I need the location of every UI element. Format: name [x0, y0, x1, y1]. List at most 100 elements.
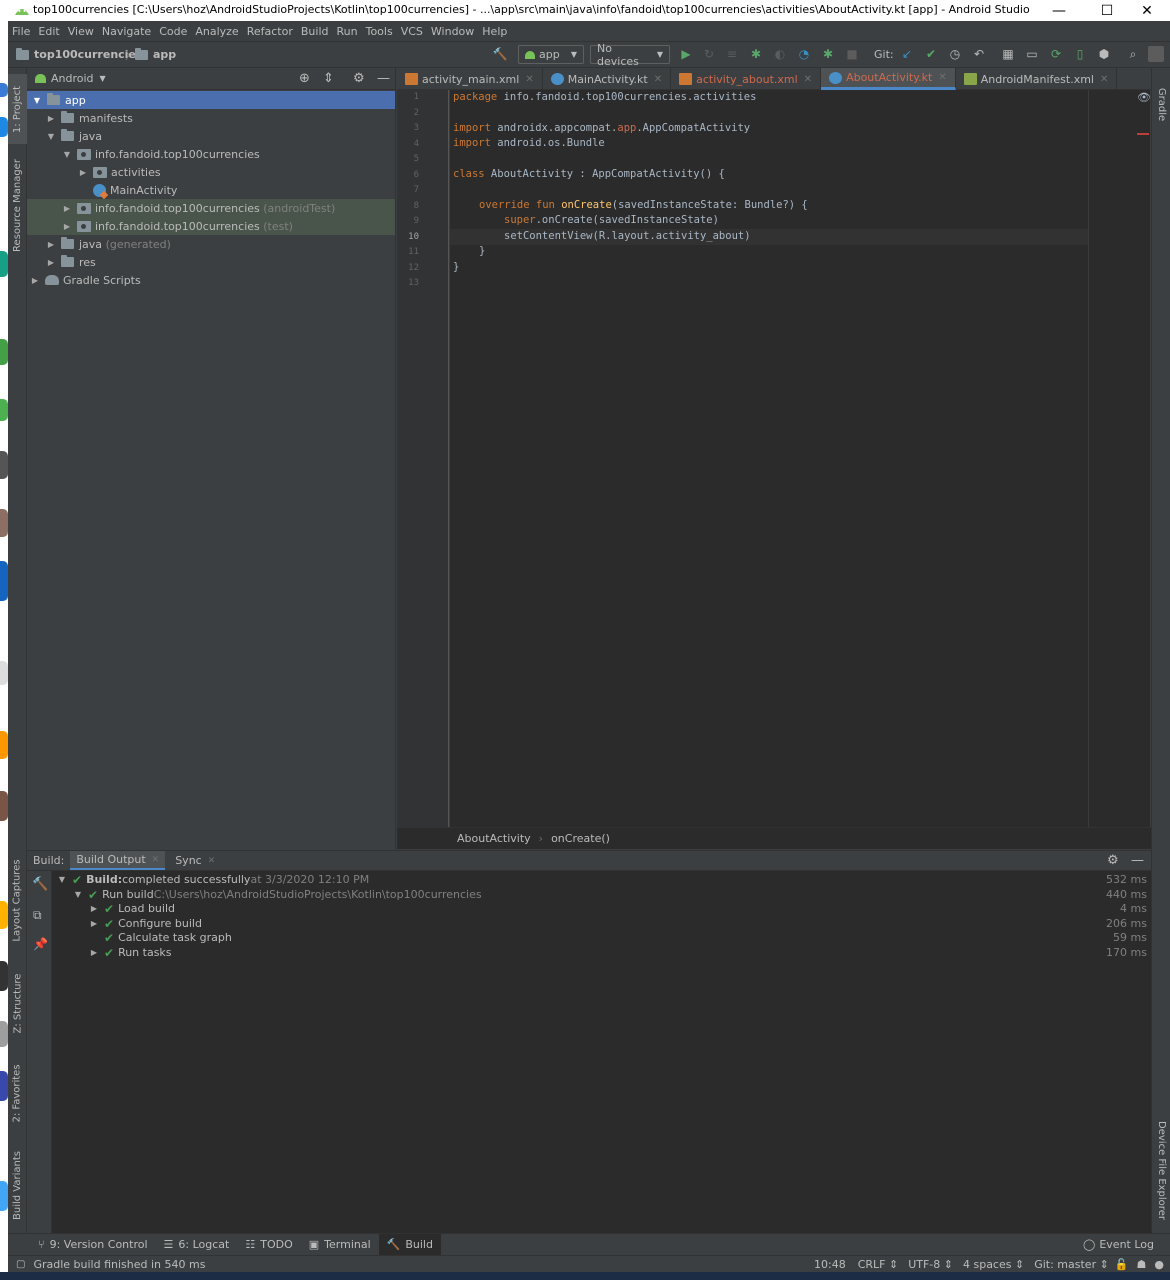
indent-setting[interactable]: 4 spaces ⇕ [963, 1258, 1024, 1271]
tab-build[interactable]: 🔨 Build [378, 1233, 441, 1256]
close-tab-icon[interactable]: ✕ [1100, 74, 1108, 85]
sync-gradle-icon[interactable]: ⟳ [1048, 46, 1064, 62]
close-tab-icon[interactable]: ✕ [654, 74, 662, 85]
memory-indicator-icon[interactable]: ☗ [1137, 1258, 1147, 1271]
close-window-button[interactable]: ✕ [1124, 0, 1170, 21]
collapse-arrow-icon[interactable]: ▶ [88, 948, 100, 957]
git-history-icon[interactable]: ◷ [947, 46, 963, 62]
menu-code[interactable]: Code [155, 21, 191, 42]
breadcrumb-class[interactable]: AboutActivity [457, 832, 531, 845]
expand-arrow-icon[interactable]: ▼ [61, 150, 73, 159]
tree-item-java-generated[interactable]: ▶ java (generated) [27, 235, 395, 253]
build-row-task-graph[interactable]: ✔ Calculate task graph 59 ms [52, 930, 1151, 945]
build-variants-tab[interactable]: Build Variants [8, 1143, 27, 1228]
breadcrumb-module[interactable]: app [135, 47, 176, 61]
coverage-icon[interactable]: ◐ [772, 46, 788, 62]
close-tab-icon[interactable]: ✕ [938, 72, 946, 83]
menu-help[interactable]: Help [478, 21, 511, 42]
close-tab-icon[interactable]: ✕ [804, 74, 812, 85]
collapse-arrow-icon[interactable]: ▶ [45, 258, 57, 267]
tree-item-gradle-scripts[interactable]: ▶ Gradle Scripts [27, 271, 395, 289]
layout-captures-tab[interactable]: Layout Captures [8, 850, 27, 950]
menu-vcs[interactable]: VCS [397, 21, 427, 42]
tab-todo[interactable]: ☷ TODO [237, 1234, 300, 1256]
tree-item-android-test[interactable]: ▶ info.fandoid.top100currencies (androidT… [27, 199, 395, 217]
project-structure-icon[interactable]: ▦ [1000, 46, 1016, 62]
collapse-arrow-icon[interactable]: ▶ [61, 222, 73, 231]
minimize-button[interactable]: — [1036, 0, 1082, 21]
menu-window[interactable]: Window [427, 21, 478, 42]
tree-item-app[interactable]: ▼ app [27, 91, 395, 109]
rebuild-hammer-icon[interactable]: 🔨 [32, 877, 48, 892]
git-update-icon[interactable]: ↙ [899, 46, 915, 62]
menu-view[interactable]: View [64, 21, 98, 42]
notifications-icon[interactable]: ● [1154, 1258, 1164, 1271]
gradle-tab[interactable]: Gradle [1152, 74, 1170, 134]
git-branch[interactable]: Git: master ⇕ [1034, 1258, 1109, 1271]
debug-icon[interactable]: ✱ [748, 46, 764, 62]
tab-version-control[interactable]: ⑂ 9: Version Control [30, 1234, 156, 1256]
expand-arrow-icon[interactable]: ▼ [31, 96, 43, 105]
collapse-arrow-icon[interactable]: ▶ [88, 919, 100, 928]
search-everywhere-icon[interactable]: ⌕ [1125, 46, 1141, 62]
collapse-arrow-icon[interactable]: ▶ [61, 204, 73, 213]
error-stripe-marker[interactable] [1137, 133, 1149, 135]
menu-run[interactable]: Run [333, 21, 362, 42]
make-project-hammer-icon[interactable]: 🔨 [492, 46, 508, 62]
line-separator[interactable]: CRLF ⇕ [858, 1258, 899, 1271]
tree-item-mainactivity[interactable]: MainActivity [27, 181, 395, 199]
profile-icon[interactable]: ◔ [796, 46, 812, 62]
caret-position[interactable]: 10:48 [814, 1258, 846, 1271]
close-tab-icon[interactable]: ✕ [152, 855, 160, 865]
account-avatar-icon[interactable] [1148, 46, 1164, 62]
run-config-select[interactable]: app ▼ [518, 45, 584, 64]
menu-build[interactable]: Build [297, 21, 333, 42]
favorites-tab[interactable]: 2: Favorites [8, 1053, 27, 1133]
close-tab-icon[interactable]: ✕ [525, 74, 533, 85]
gear-icon[interactable]: ⚙ [1107, 853, 1119, 868]
locate-file-icon[interactable]: ⊕ [299, 71, 310, 86]
tab-terminal[interactable]: ▣ Terminal [301, 1234, 379, 1256]
gear-icon[interactable]: ⚙ [353, 71, 365, 86]
menu-refactor[interactable]: Refactor [243, 21, 297, 42]
run-icon[interactable]: ▶ [678, 46, 694, 62]
menu-navigate[interactable]: Navigate [98, 21, 155, 42]
tab-activity-about-xml[interactable]: activity_about.xml ✕ [671, 68, 822, 90]
inspection-eye-icon[interactable]: 👁 [1137, 91, 1151, 104]
menu-edit[interactable]: Edit [34, 21, 63, 42]
expand-arrow-icon[interactable]: ▼ [56, 875, 68, 884]
collapse-arrow-icon[interactable]: ▶ [88, 904, 100, 913]
tree-item-manifests[interactable]: ▶ manifests [27, 109, 395, 127]
structure-tab[interactable]: Z: Structure [8, 963, 27, 1043]
file-encoding[interactable]: UTF-8 ⇕ [908, 1258, 953, 1271]
tree-item-activities[interactable]: ▶ activities [27, 163, 395, 181]
collapse-arrow-icon[interactable]: ▶ [45, 240, 57, 249]
build-row-load-build[interactable]: ▶ ✔ Load build 4 ms [52, 901, 1151, 916]
attach-debugger-icon[interactable]: ✱ [820, 46, 836, 62]
lock-icon[interactable]: 🔓 [1115, 1258, 1129, 1271]
code-editor[interactable]: package info.fandoid.top100currencies.ac… [450, 90, 1151, 827]
breadcrumb-project[interactable]: top100currencies [16, 47, 142, 61]
tree-item-package[interactable]: ▼ info.fandoid.top100currencies [27, 145, 395, 163]
tree-item-res[interactable]: ▶ res [27, 253, 395, 271]
build-row-run-build[interactable]: ▼ ✔ Run build C:\Users\hoz\AndroidStudioP… [52, 887, 1151, 902]
expand-arrow-icon[interactable]: ▼ [72, 890, 84, 899]
tab-logcat[interactable]: ☰ 6: Logcat [156, 1234, 238, 1256]
apply-changes-icon[interactable]: ↻ [701, 46, 717, 62]
tab-aboutactivity-kt[interactable]: AboutActivity.kt ✕ [821, 68, 956, 90]
tab-androidmanifest-xml[interactable]: AndroidManifest.xml ✕ [956, 68, 1118, 90]
tree-item-java[interactable]: ▼ java [27, 127, 395, 145]
sdk-manager-icon[interactable]: ⬢ [1096, 46, 1112, 62]
menu-file[interactable]: File [8, 21, 34, 42]
project-view-select[interactable]: Android [51, 72, 94, 85]
stop-icon[interactable]: ■ [844, 46, 860, 62]
collapse-arrow-icon[interactable]: ▶ [29, 276, 41, 285]
avd-manager-icon[interactable]: ▯ [1072, 46, 1088, 62]
build-row-run-tasks[interactable]: ▶ ✔ Run tasks 170 ms [52, 945, 1151, 960]
collapse-all-icon[interactable]: ⇕ [323, 71, 334, 86]
collapse-arrow-icon[interactable]: ▶ [45, 114, 57, 123]
apply-code-changes-icon[interactable]: ≡ [724, 46, 740, 62]
hide-panel-icon[interactable]: — [1131, 853, 1144, 868]
breadcrumb-function[interactable]: onCreate() [551, 832, 610, 845]
event-log-button[interactable]: ◯ Event Log [1075, 1234, 1162, 1256]
